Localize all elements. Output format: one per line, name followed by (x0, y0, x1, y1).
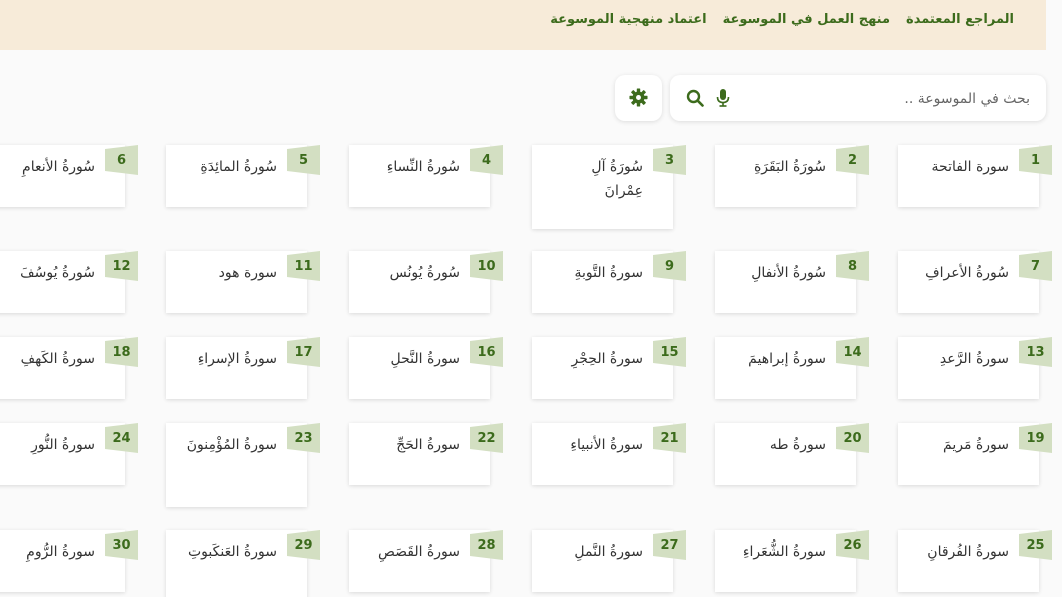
surah-card[interactable]: 6 سُورةُ الأنعامِ (0, 145, 125, 207)
surah-name: سُورَةُ البَقَرَةِ (753, 159, 826, 175)
surah-card[interactable]: 8 سُورةُ الأنفالِ (715, 251, 856, 313)
surah-card[interactable]: 21 سورةُ الأنبياءِ (532, 423, 673, 485)
surah-number-badge: 30 (105, 530, 138, 560)
surah-number-badge: 16 (470, 337, 503, 367)
surah-number-badge: 5 (287, 145, 320, 175)
surah-card[interactable]: 13 سورةُ الرَّعدِ (898, 337, 1039, 399)
surah-card[interactable]: 3 سُورَةُ آلِ عِمْرانَ (532, 145, 673, 229)
surah-card[interactable]: 17 سورةُ الإسراءِ (166, 337, 307, 399)
surah-card[interactable]: 22 سورةُ الحَجِّ (349, 423, 490, 485)
surah-card[interactable]: 5 سُورةُ المائِدَةِ (166, 145, 307, 207)
surah-card[interactable]: 10 سُورةُ يُونُس (349, 251, 490, 313)
surah-name: سورةُ طه (769, 437, 826, 453)
surah-number-badge: 6 (105, 145, 138, 175)
surah-number-badge: 19 (1019, 423, 1052, 453)
surah-card[interactable]: 7 سُورةُ الأعرافِ (898, 251, 1039, 313)
surah-name: سورةُ الشُّعَراءِ (742, 544, 826, 560)
surah-name: سورةُ العَنكَبوتِ (187, 544, 277, 560)
surah-name: سورةُ القَصَصِ (377, 544, 460, 560)
surah-number-badge: 28 (470, 530, 503, 560)
surah-card[interactable]: 19 سورةُ مَريمَ (898, 423, 1039, 485)
page: المراجع المعتمدة منهج العمل في الموسوعة … (0, 0, 1062, 597)
surah-name: سُورةُ النِّساءِ (386, 159, 460, 175)
surah-name: سورةُ المُؤْمِنونَ (186, 437, 277, 453)
surah-name: سورةُ الحَجِّ (396, 437, 460, 453)
surah-number-badge: 9 (653, 251, 686, 281)
surah-card[interactable]: 12 سُورةُ يُوسُفَ (0, 251, 125, 313)
surah-name: سورةُ الفُرقانِ (927, 544, 1009, 560)
surah-card[interactable]: 9 سورةُ التَّوبةِ (532, 251, 673, 313)
surah-card[interactable]: 1 سورة الفاتحة (898, 145, 1039, 207)
surah-number-badge: 3 (653, 145, 686, 175)
surah-number-badge: 25 (1019, 530, 1052, 560)
surah-card[interactable]: 30 سورةُ الرُّومِ (0, 530, 125, 592)
surah-name: سُورَةُ آلِ عِمْرانَ (591, 159, 643, 199)
surah-number-badge: 12 (105, 251, 138, 281)
surah-number-badge: 14 (836, 337, 869, 367)
surah-name: سُورةُ الأنفالِ (751, 265, 826, 281)
surah-number-badge: 29 (287, 530, 320, 560)
surah-name: سورةُ الرَّعدِ (939, 351, 1009, 367)
surah-name: سورة هود (218, 265, 277, 281)
surah-name: سورةُ النُّورِ (31, 437, 95, 453)
surah-name: سورة الفاتحة (931, 159, 1009, 175)
surah-name: سورةُ مَريمَ (943, 437, 1009, 453)
surah-number-badge: 24 (105, 423, 138, 453)
surah-card[interactable]: 14 سورةُ إبراهيمَ (715, 337, 856, 399)
surah-card[interactable]: 24 سورةُ النُّورِ (0, 423, 125, 485)
surah-card[interactable]: 2 سُورَةُ البَقَرَةِ (715, 145, 856, 207)
surah-number-badge: 15 (653, 337, 686, 367)
surah-card[interactable]: 20 سورةُ طه (715, 423, 856, 485)
surah-card[interactable]: 15 سورةُ الحِجْرِ (532, 337, 673, 399)
surah-card[interactable]: 25 سورةُ الفُرقانِ (898, 530, 1039, 592)
surah-number-badge: 8 (836, 251, 869, 281)
surah-card[interactable]: 16 سورةُ النَّحلِ (349, 337, 490, 399)
surah-name: سورةُ الحِجْرِ (571, 351, 643, 367)
surah-card[interactable]: 11 سورة هود (166, 251, 307, 313)
surah-card[interactable]: 4 سُورةُ النِّساءِ (349, 145, 490, 207)
surah-name: سُورةُ المائِدَةِ (200, 159, 277, 175)
surah-card[interactable]: 26 سورةُ الشُّعَراءِ (715, 530, 856, 592)
surah-name: سورةُ الرُّومِ (26, 544, 95, 560)
surah-name: سورةُ الإسراءِ (197, 351, 277, 367)
surah-grid: 1 سورة الفاتحة 2 سُورَةُ البَقَرَةِ 3 سُورَةُ… (0, 0, 1062, 597)
surah-number-badge: 23 (287, 423, 320, 453)
surah-card[interactable]: 18 سورةُ الكَهفِ (0, 337, 125, 399)
surah-number-badge: 10 (470, 251, 503, 281)
surah-card[interactable]: 27 سورةُ النَّملِ (532, 530, 673, 592)
surah-number-badge: 26 (836, 530, 869, 560)
surah-name: سورةُ الكَهفِ (20, 351, 95, 367)
surah-number-badge: 27 (653, 530, 686, 560)
surah-number-badge: 18 (105, 337, 138, 367)
surah-number-badge: 7 (1019, 251, 1052, 281)
surah-number-badge: 17 (287, 337, 320, 367)
surah-number-badge: 22 (470, 423, 503, 453)
surah-number-badge: 4 (470, 145, 503, 175)
surah-card[interactable]: 28 سورةُ القَصَصِ (349, 530, 490, 592)
surah-name: سورةُ النَّحلِ (390, 351, 460, 367)
surah-name: سورةُ الأنبياءِ (570, 437, 643, 453)
surah-name: سُورةُ الأعرافِ (925, 265, 1009, 281)
surah-number-badge: 21 (653, 423, 686, 453)
surah-card[interactable]: 23 سورةُ المُؤْمِنونَ (166, 423, 307, 507)
surah-name: سُورةُ الأنعامِ (22, 159, 95, 175)
surah-card[interactable]: 29 سورةُ العَنكَبوتِ (166, 530, 307, 597)
surah-number-badge: 11 (287, 251, 320, 281)
surah-name: سُورةُ يُونُس (389, 265, 460, 281)
surah-name: سورةُ إبراهيمَ (748, 351, 826, 367)
surah-number-badge: 13 (1019, 337, 1052, 367)
surah-name: سورةُ النَّملِ (574, 544, 643, 560)
surah-number-badge: 2 (836, 145, 869, 175)
surah-name: سورةُ التَّوبةِ (574, 265, 643, 281)
surah-number-badge: 1 (1019, 145, 1052, 175)
surah-number-badge: 20 (836, 423, 869, 453)
surah-name: سُورةُ يُوسُفَ (20, 265, 95, 281)
